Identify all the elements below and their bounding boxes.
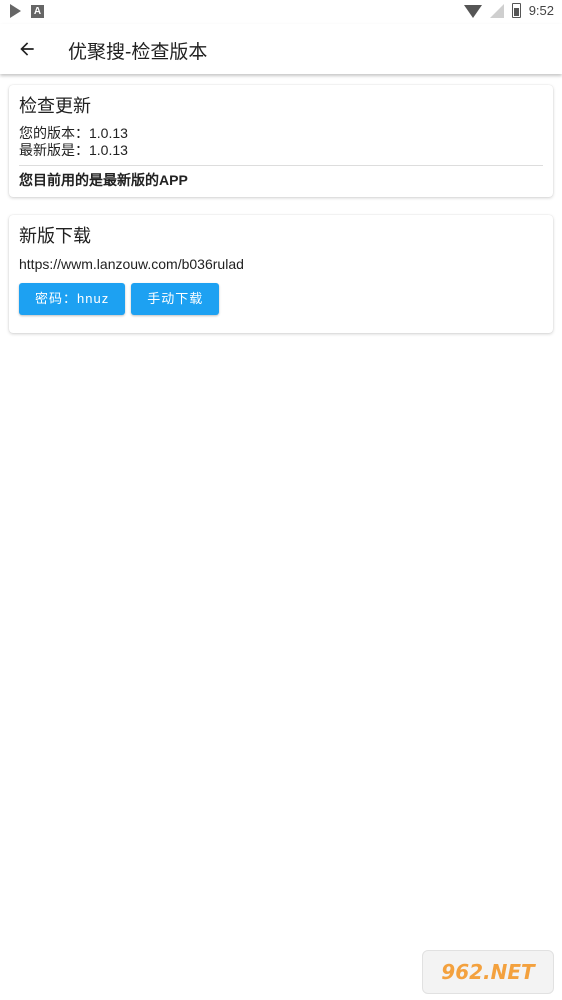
back-button[interactable] [10, 32, 44, 66]
wifi-icon [463, 5, 482, 18]
watermark-logo: 962.NET [422, 950, 554, 994]
arrow-left-icon [20, 42, 34, 56]
status-left-icons: A [10, 4, 44, 18]
a-notification-icon: A [31, 4, 44, 18]
download-url[interactable]: https://wwm.lanzouw.com/b036rulad [19, 255, 543, 273]
status-right-icons: 9:52 [463, 3, 554, 18]
play-store-icon [10, 4, 21, 18]
manual-download-button[interactable]: 手动下载 [131, 283, 220, 315]
your-version-text: 您的版本：1.0.13 [19, 125, 128, 141]
latest-version-text: 最新版是：1.0.13 [19, 142, 128, 158]
signal-icon [489, 3, 504, 18]
download-card-title: 新版下载 [19, 226, 91, 246]
download-card: 新版下载 https://wwm.lanzouw.com/b036rulad 密… [9, 215, 553, 333]
password-button[interactable]: 密码：hnuz [19, 283, 126, 315]
page-title: 优聚搜-检查版本 [68, 42, 208, 63]
app-bar: 优聚搜-检查版本 [0, 24, 562, 74]
update-card: 检查更新 您的版本：1.0.13 最新版是：1.0.13 您目前用的是最新版的A… [9, 85, 553, 197]
battery-icon [511, 3, 521, 18]
download-button-row: 密码：hnuz 手动下载 [19, 283, 543, 315]
main-content: 检查更新 您的版本：1.0.13 最新版是：1.0.13 您目前用的是最新版的A… [0, 74, 562, 1000]
status-bar: A 9:52 [0, 0, 562, 24]
status-time: 9:52 [528, 3, 554, 18]
update-card-title: 检查更新 [19, 96, 91, 116]
watermark-text: 962.NET [441, 960, 535, 984]
divider [19, 165, 543, 166]
update-status-text: 您目前用的是最新版的APP [19, 172, 188, 188]
